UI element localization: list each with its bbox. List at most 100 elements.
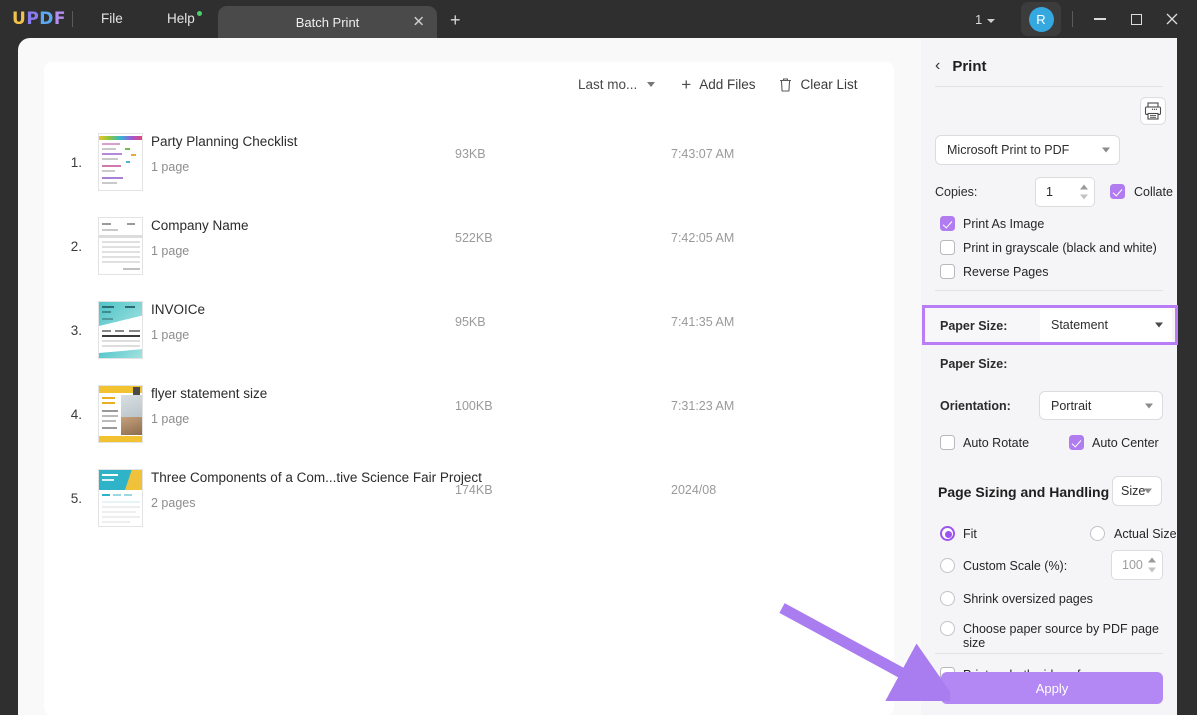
stepper-arrows[interactable] (1148, 558, 1156, 573)
logo-divider (72, 11, 73, 27)
sort-dropdown[interactable]: Last mo... (578, 77, 655, 92)
radio-custom-scale-label: Custom Scale (%): (963, 559, 1067, 573)
window-count-label: 1 (975, 12, 982, 27)
minimize-icon (1094, 18, 1106, 20)
title-bar: UPDF File Help Batch Print ✕ + 1 R (0, 0, 1197, 38)
row-index: 5. (60, 491, 82, 506)
add-files-button[interactable]: + Add Files (681, 76, 755, 93)
avatar: R (1029, 7, 1054, 32)
copies-stepper[interactable]: 1 (1035, 177, 1095, 207)
paper-size-select[interactable]: Statement (1040, 308, 1172, 342)
row-index: 4. (60, 407, 82, 422)
chevron-left-icon[interactable]: ‹ (935, 58, 940, 74)
file-size: 174KB (455, 483, 493, 497)
apply-button[interactable]: Apply (941, 672, 1163, 704)
close-icon (1165, 12, 1179, 26)
clear-list-label: Clear List (801, 77, 858, 92)
grayscale-checkbox[interactable] (940, 240, 955, 255)
window-close-button[interactable] (1160, 8, 1184, 30)
chevron-down-icon (1155, 323, 1163, 328)
page-title: Print (952, 58, 986, 75)
table-row[interactable]: 1. Party Planning Checklist (18, 120, 868, 204)
clear-list-button[interactable]: Clear List (778, 77, 858, 93)
orientation-value: Portrait (1051, 399, 1091, 413)
file-pages: 1 page (151, 412, 189, 426)
auto-center-label: Auto Center (1092, 436, 1159, 450)
stepper-up-icon[interactable] (1148, 558, 1156, 563)
stepper-down-icon[interactable] (1148, 568, 1156, 573)
file-title: flyer statement size (151, 386, 267, 401)
file-size: 100KB (455, 399, 493, 413)
printer-properties-button[interactable] (1140, 97, 1166, 125)
file-time: 2024/08 (671, 483, 716, 497)
file-size: 93KB (455, 147, 486, 161)
file-pages: 2 pages (151, 496, 195, 510)
auto-rotate-checkbox[interactable] (940, 435, 955, 450)
account-button[interactable]: R (1021, 2, 1061, 36)
orientation-select[interactable]: Portrait (1039, 391, 1163, 420)
chevron-down-icon (1144, 489, 1152, 494)
file-size: 95KB (455, 315, 486, 329)
tab-batch-print[interactable]: Batch Print ✕ (218, 6, 437, 38)
file-time: 7:31:23 AM (671, 399, 734, 413)
menu-file[interactable]: File (101, 11, 123, 26)
auto-rotate-label: Auto Rotate (963, 436, 1029, 450)
table-row[interactable]: 5. Three Components of a Com.. (18, 456, 868, 540)
collate-checkbox[interactable] (1110, 184, 1125, 199)
printer-select[interactable]: Microsoft Print to PDF (935, 135, 1120, 165)
stepper-down-icon[interactable] (1080, 195, 1088, 200)
file-title: Three Components of a Com...tive Science… (151, 470, 482, 485)
file-thumbnail (98, 469, 143, 527)
stepper-arrows[interactable] (1080, 185, 1088, 200)
orientation-label: Orientation: (940, 399, 1011, 413)
page-sizing-mode-select[interactable]: Size (1112, 476, 1162, 506)
file-thumbnail (98, 133, 143, 191)
auto-center-checkbox[interactable] (1069, 435, 1084, 450)
reverse-pages-label: Reverse Pages (963, 265, 1048, 279)
print-settings-panel: ‹ Print Microsoft Print to PDF Copies: 1… (921, 38, 1177, 715)
trash-icon (778, 77, 793, 93)
chevron-down-icon (1102, 148, 1110, 153)
file-thumbnail (98, 301, 143, 359)
file-pages: 1 page (151, 160, 189, 174)
row-index: 2. (60, 239, 82, 254)
custom-scale-stepper[interactable]: 100 (1111, 550, 1163, 580)
window-count-dropdown[interactable]: 1 (975, 12, 995, 27)
maximize-icon (1131, 14, 1142, 25)
logo-letter-d: D (39, 9, 54, 29)
radio-fit[interactable] (940, 526, 955, 541)
printer-icon (1140, 97, 1166, 125)
chevron-down-icon (1145, 403, 1153, 408)
radio-paper-source[interactable] (940, 621, 955, 636)
radio-custom-scale[interactable] (940, 558, 955, 573)
chevron-down-icon (647, 82, 655, 87)
table-row[interactable]: 4. flyer statement size 1 page (18, 372, 868, 456)
copies-value: 1 (1046, 185, 1053, 199)
updf-app-window: UPDF File Help Batch Print ✕ + 1 R Last … (0, 0, 1197, 715)
row-index: 1. (60, 155, 82, 170)
file-time: 7:43:07 AM (671, 147, 734, 161)
add-files-label: Add Files (699, 77, 755, 92)
printer-select-value: Microsoft Print to PDF (947, 143, 1069, 157)
table-row[interactable]: 2. Company Name 1 page 522KB 7:42: (18, 204, 868, 288)
logo-letter-f: F (54, 9, 66, 29)
print-as-image-checkbox[interactable] (940, 216, 955, 231)
new-tab-icon[interactable]: + (450, 11, 461, 29)
table-row[interactable]: 3. INVOICe 1 page (18, 288, 868, 372)
tab-label: Batch Print (296, 15, 360, 30)
reverse-pages-checkbox[interactable] (940, 264, 955, 279)
menu-help[interactable]: Help (167, 11, 195, 26)
row-index: 3. (60, 323, 82, 338)
minimize-button[interactable] (1088, 8, 1112, 30)
close-icon[interactable]: ✕ (412, 15, 425, 30)
maximize-button[interactable] (1124, 8, 1148, 30)
file-pages: 1 page (151, 328, 189, 342)
page-sizing-heading: Page Sizing and Handling (938, 484, 1109, 500)
file-time: 7:42:05 AM (671, 231, 734, 245)
radio-shrink-oversized[interactable] (940, 591, 955, 606)
divider (935, 86, 1163, 87)
radio-paper-source-label: Choose paper source by PDF page size (963, 622, 1177, 650)
stepper-up-icon[interactable] (1080, 185, 1088, 190)
radio-actual-size[interactable] (1090, 526, 1105, 541)
paper-size-value: Statement (1051, 318, 1108, 332)
